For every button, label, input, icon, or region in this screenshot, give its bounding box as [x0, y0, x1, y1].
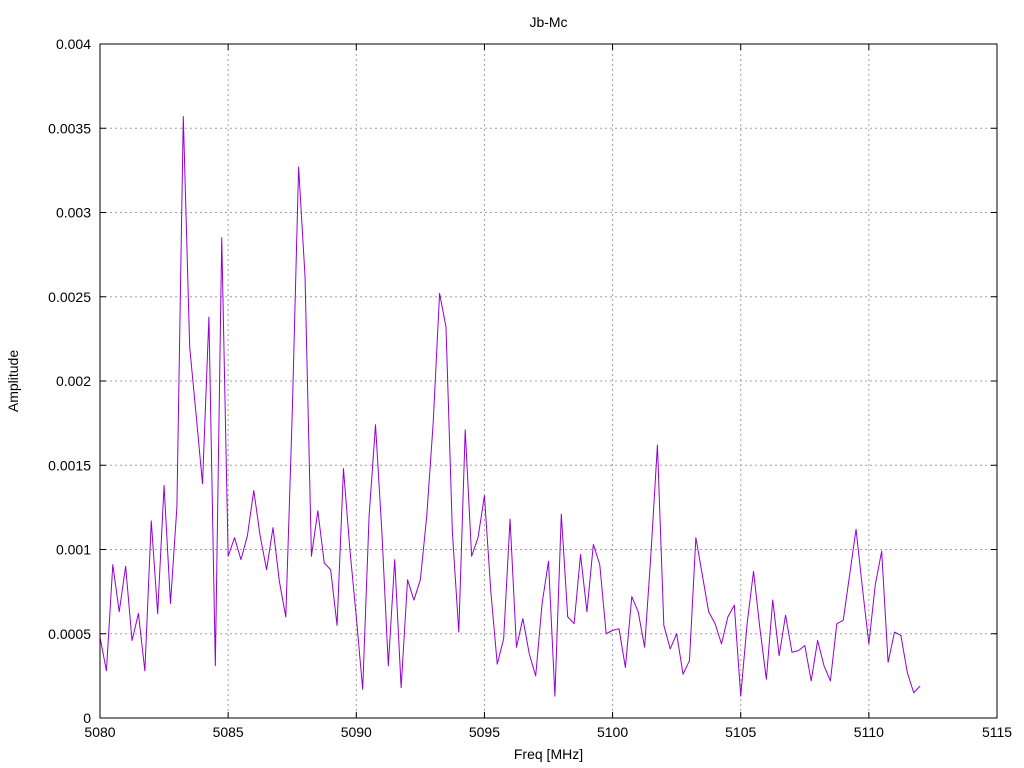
chart-title: Jb-Mc	[529, 14, 567, 30]
x-tick-label: 5100	[597, 724, 628, 740]
x-tick-label: 5080	[84, 724, 115, 740]
y-tick-label: 0.001	[56, 542, 91, 558]
x-tick-label: 5090	[341, 724, 372, 740]
y-tick-label: 0.003	[56, 205, 91, 221]
y-tick-label: 0.0035	[48, 120, 91, 136]
y-axis-label: Amplitude	[5, 350, 21, 412]
x-tick-label: 5110	[854, 724, 884, 740]
y-tick-label: 0.0005	[48, 626, 91, 642]
y-tick-label: 0.002	[56, 373, 91, 389]
x-tick-label: 5105	[725, 724, 756, 740]
line-chart: 5080 5085 5090 5095 5100 5105 5110 5115 0 0.0005…	[0, 0, 1024, 768]
y-tick-label: 0.0025	[48, 289, 91, 305]
x-axis-label: Freq [MHz]	[514, 746, 583, 762]
x-tick-label: 5115	[982, 724, 1012, 740]
y-tick-label: 0.004	[56, 36, 91, 52]
x-tick-label: 5085	[213, 724, 244, 740]
x-tick-label: 5095	[469, 724, 500, 740]
y-tick-label: 0	[83, 710, 91, 726]
y-tick-label: 0.0015	[48, 457, 91, 473]
chart-background	[0, 0, 1024, 768]
